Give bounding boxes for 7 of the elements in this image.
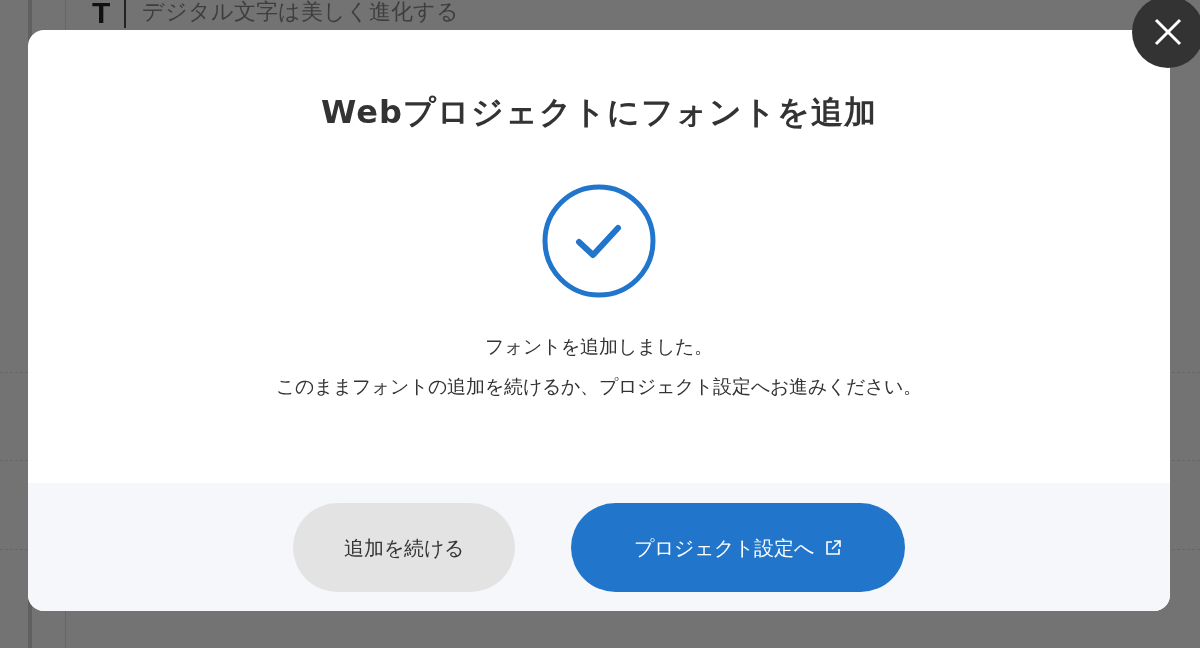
project-settings-button[interactable]: プロジェクト設定へ <box>571 503 905 592</box>
type-letter: T <box>92 0 127 28</box>
message-text: このままフォントの追加を続けるか、プロジェクト設定へお進みください。 <box>276 374 922 399</box>
message-text: フォントを追加しました。 <box>485 334 713 359</box>
close-icon <box>1153 17 1183 47</box>
dialog-title: Webプロジェクトにフォントを追加 <box>321 92 877 133</box>
continue-button[interactable]: 追加を続ける <box>293 503 515 592</box>
